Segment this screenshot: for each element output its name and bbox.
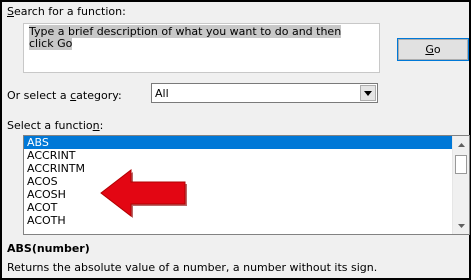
list-item[interactable]: ACOT <box>24 201 452 214</box>
function-description: Returns the absolute value of a number, … <box>7 261 378 274</box>
search-label-text-rest: earch for a function: <box>13 5 126 18</box>
list-item[interactable]: ACCRINTM <box>24 162 452 175</box>
vertical-scrollbar[interactable] <box>452 136 469 234</box>
list-item[interactable]: ABS <box>24 136 452 149</box>
search-input-value: Type a brief description of what you wan… <box>29 25 342 50</box>
search-label: Search for a function: <box>7 5 126 18</box>
scroll-down-icon[interactable] <box>453 217 469 234</box>
go-label-accesskey: G <box>425 43 434 56</box>
category-label-text: Or select a <box>7 89 71 102</box>
scrollbar-thumb[interactable] <box>455 155 467 174</box>
search-input[interactable]: Type a brief description of what you wan… <box>23 23 380 73</box>
list-item[interactable]: ACCRINT <box>24 149 452 162</box>
function-list-label: Select a function: <box>7 119 103 132</box>
insert-function-dialog: Search for a function: Type a brief desc… <box>0 0 471 280</box>
category-select[interactable]: All <box>151 83 378 103</box>
scroll-up-icon[interactable] <box>453 136 469 153</box>
go-label-rest: o <box>433 43 441 56</box>
category-selected-value: All <box>155 87 169 100</box>
red-arrow-annotation <box>100 168 187 218</box>
function-list-label-rest: : <box>99 119 104 132</box>
search-input-text[interactable]: Type a brief description of what you wan… <box>29 25 369 50</box>
go-button[interactable]: Go <box>397 38 469 61</box>
list-item[interactable]: ACOSH <box>24 188 452 201</box>
category-label: Or select a category: <box>7 89 122 102</box>
category-label-rest: ategory: <box>76 89 122 102</box>
function-list-label-text: Select a functio <box>7 119 93 132</box>
function-list-items: ABS ACCRINT ACCRINTM ACOS ACOSH ACOT ACO… <box>24 136 452 227</box>
function-list-label-accesskey: n <box>92 119 100 132</box>
function-syntax: ABS(number) <box>7 242 90 255</box>
list-item[interactable]: ACOTH <box>24 214 452 227</box>
search-label-accesskey: S <box>7 5 14 18</box>
chevron-down-icon[interactable] <box>360 85 376 101</box>
list-item[interactable]: ACOS <box>24 175 452 188</box>
function-list[interactable]: ABS ACCRINT ACCRINTM ACOS ACOSH ACOT ACO… <box>23 135 470 235</box>
